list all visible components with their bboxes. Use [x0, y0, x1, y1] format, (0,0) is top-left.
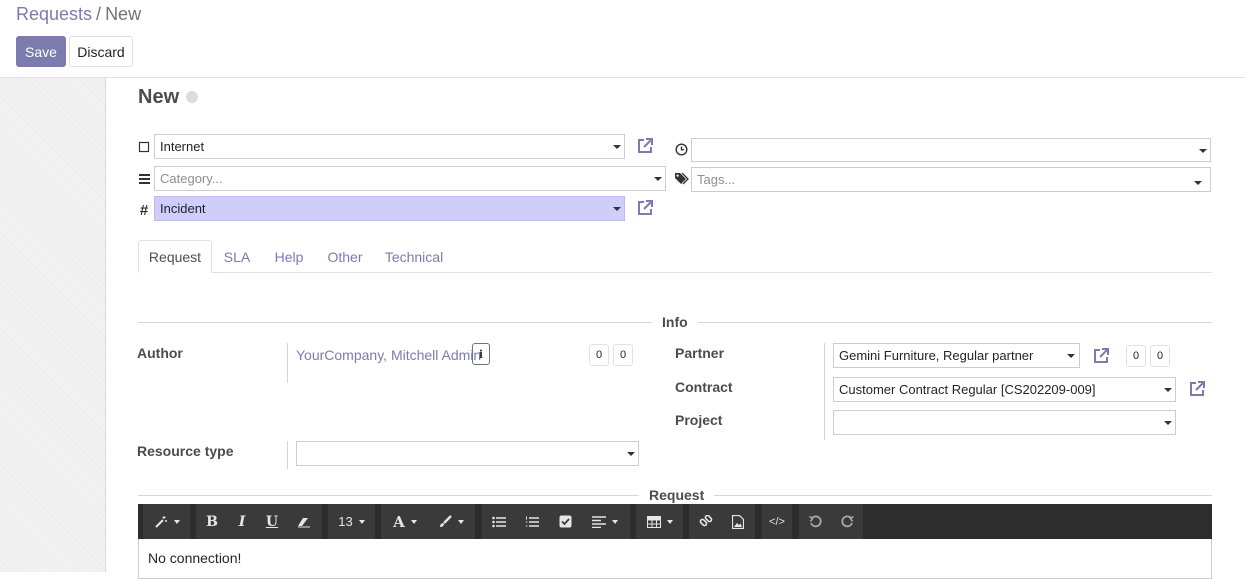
request-section-label: Request [639, 487, 715, 503]
align-icon[interactable] [583, 504, 627, 539]
type-external-link-icon[interactable] [636, 137, 654, 155]
underline-icon[interactable]: U [258, 504, 286, 539]
deadline-field[interactable] [691, 138, 1211, 162]
breadcrumb: Requests / New [16, 4, 141, 25]
redo-icon[interactable] [832, 504, 862, 539]
project-chevron-down-icon[interactable] [1164, 421, 1172, 425]
kind-chevron-down-icon[interactable] [613, 207, 621, 211]
breadcrumb-separator: / [96, 4, 102, 24]
italic-icon[interactable]: I [228, 504, 256, 539]
author-link[interactable]: YourCompany, Mitchell Admin [296, 347, 481, 363]
resource-type-field-divider [287, 441, 288, 469]
author-counter-1[interactable]: 0 [589, 344, 609, 366]
status-dot-icon[interactable] [186, 91, 198, 103]
tags-icon [674, 172, 690, 188]
editor-toolbar: B I U 13 A </> [138, 504, 1212, 539]
request-text[interactable]: No connection! [148, 550, 241, 566]
font-size-value: 13 [338, 514, 353, 529]
eraser-icon[interactable] [289, 504, 319, 539]
contract-select[interactable]: Customer Contract Regular [CS202209-009] [833, 377, 1176, 402]
font-size-dropdown[interactable]: 13 [328, 504, 375, 539]
left-background-panel [0, 78, 106, 572]
project-select[interactable] [833, 410, 1176, 435]
kind-select[interactable]: Incident [154, 196, 625, 221]
partner-field-divider [824, 343, 825, 440]
image-icon[interactable] [723, 504, 753, 539]
partner-label: Partner [675, 345, 725, 361]
link-icon[interactable] [691, 504, 721, 539]
partner-counter-1[interactable]: 0 [1126, 345, 1146, 367]
deadline-chevron-down-icon[interactable] [1199, 149, 1207, 153]
bars-icon [137, 172, 151, 188]
ordered-list-icon[interactable] [517, 504, 547, 539]
undo-icon[interactable] [800, 504, 830, 539]
magic-wand-icon[interactable] [143, 504, 190, 539]
category-chevron-down-icon[interactable] [654, 177, 662, 181]
save-button[interactable]: Save [16, 36, 66, 67]
type-select[interactable]: Internet [154, 134, 625, 159]
tab-sla[interactable]: SLA [215, 240, 259, 273]
table-icon[interactable] [636, 504, 683, 539]
category-input[interactable]: Category... [154, 166, 666, 191]
partner-external-link-icon[interactable] [1092, 347, 1110, 365]
type-chevron-down-icon[interactable] [613, 145, 621, 149]
contract-external-link-icon[interactable] [1188, 380, 1206, 398]
author-label: Author [137, 345, 183, 361]
discard-button[interactable]: Discard [69, 36, 133, 67]
checklist-icon[interactable] [550, 504, 580, 539]
code-view-icon[interactable]: </> [762, 504, 792, 539]
clock-icon [674, 143, 688, 159]
breadcrumb-current: New [105, 4, 142, 24]
breadcrumb-parent-link[interactable]: Requests [16, 4, 92, 24]
author-field-divider [287, 343, 288, 383]
request-editor[interactable] [138, 539, 1212, 579]
tab-help[interactable]: Help [265, 240, 313, 273]
square-outline-icon [137, 140, 151, 156]
unordered-list-icon[interactable] [484, 504, 514, 539]
tab-other[interactable]: Other [320, 240, 370, 273]
bold-icon[interactable]: B [198, 504, 226, 539]
partner-counter-2[interactable]: 0 [1150, 345, 1170, 367]
font-color-icon[interactable]: A [383, 504, 427, 539]
tags-chevron-down-icon[interactable] [1194, 181, 1202, 185]
hashtag-icon: # [139, 202, 149, 219]
resource-type-chevron-down-icon[interactable] [627, 452, 635, 456]
contract-chevron-down-icon[interactable] [1164, 388, 1172, 392]
resource-type-select[interactable] [296, 441, 639, 466]
partner-select[interactable]: Gemini Furniture, Regular partner [833, 343, 1080, 368]
author-counter-2[interactable]: 0 [613, 344, 633, 366]
info-icon[interactable]: i [472, 343, 490, 365]
resource-type-label: Resource type [137, 443, 234, 459]
project-label: Project [675, 412, 723, 428]
paint-brush-icon[interactable] [429, 504, 473, 539]
tab-technical[interactable]: Technical [378, 240, 450, 273]
tab-request[interactable]: Request [138, 240, 212, 273]
record-title: New [138, 86, 180, 108]
tags-input[interactable]: Tags... [691, 167, 1211, 192]
info-section-label: Info [652, 314, 698, 330]
partner-chevron-down-icon[interactable] [1067, 354, 1075, 358]
contract-label: Contract [675, 379, 733, 395]
kind-external-link-icon[interactable] [636, 199, 654, 217]
